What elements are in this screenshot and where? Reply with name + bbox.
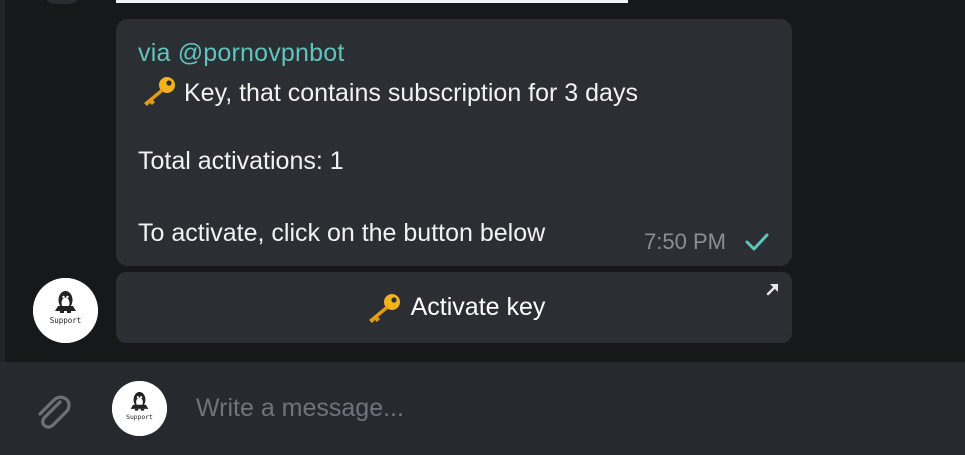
previous-avatar-edge — [42, 0, 82, 4]
chat-left-edge — [0, 0, 5, 362]
message-time: 7:50 PM — [644, 229, 726, 254]
send-as-avatar[interactable]: Support — [112, 381, 167, 436]
message-line-key-text: Key, that contains subscription for 3 da… — [184, 79, 638, 107]
via-bot-link[interactable]: via @pornovpnbot — [138, 39, 344, 68]
penguin-avatar-icon: Support — [112, 381, 167, 436]
activate-key-label: Activate key — [410, 293, 546, 321]
message-line-instruction: To activate, click on the button below — [138, 219, 546, 247]
chat-area: via @pornovpnbot Key, that contains subs… — [0, 0, 965, 362]
sender-avatar[interactable]: Support — [33, 278, 98, 343]
svg-text:Support: Support — [50, 316, 82, 325]
message-bubble[interactable]: via @pornovpnbot Key, that contains subs… — [116, 19, 792, 266]
activate-key-button-content: Activate key — [116, 272, 792, 343]
message-input[interactable] — [196, 390, 936, 426]
message-line-activations: Total activations: 1 — [138, 147, 344, 175]
arrow-up-right-icon — [766, 283, 779, 296]
check-icon — [745, 233, 769, 251]
paperclip-icon[interactable] — [30, 390, 74, 434]
activate-key-button[interactable]: Activate key — [116, 272, 792, 343]
message-meta: 7:50 PM — [644, 229, 770, 255]
key-icon — [368, 293, 400, 323]
svg-text:Support: Support — [126, 414, 153, 421]
message-line-key: Key, that contains subscription for 3 da… — [138, 75, 638, 108]
key-icon — [144, 77, 175, 106]
penguin-avatar-icon: Support — [33, 278, 98, 343]
message-input-bar: Support — [0, 362, 965, 455]
previous-message-media[interactable] — [116, 0, 628, 3]
